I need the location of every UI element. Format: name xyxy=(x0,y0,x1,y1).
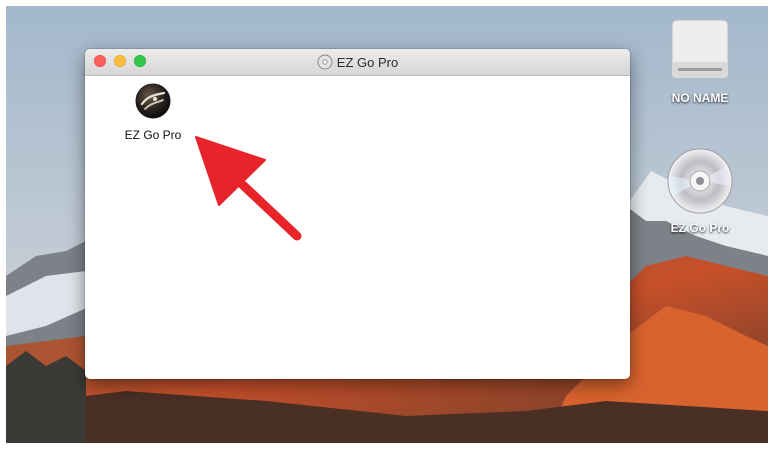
app-icon xyxy=(135,83,171,119)
finder-window: EZ Go Pro EZ Go Pro xyxy=(85,49,630,379)
desktop-item-no-name[interactable]: NO NAME xyxy=(658,16,742,105)
disc-icon xyxy=(667,148,733,214)
desktop-item-label: EZ Go Pro xyxy=(670,221,730,235)
file-item-ez-go-pro[interactable]: EZ Go Pro xyxy=(107,81,199,142)
disc-icon xyxy=(317,54,333,70)
window-title-text: EZ Go Pro xyxy=(336,55,399,70)
window-title: EZ Go Pro xyxy=(85,54,630,70)
desktop-item-ez-go-pro-disc[interactable]: EZ Go Pro xyxy=(658,146,742,235)
desktop-item-label: NO NAME xyxy=(671,91,729,105)
window-titlebar[interactable]: EZ Go Pro xyxy=(85,49,630,76)
file-item-label: EZ Go Pro xyxy=(124,128,182,142)
drive-icon xyxy=(671,19,729,79)
